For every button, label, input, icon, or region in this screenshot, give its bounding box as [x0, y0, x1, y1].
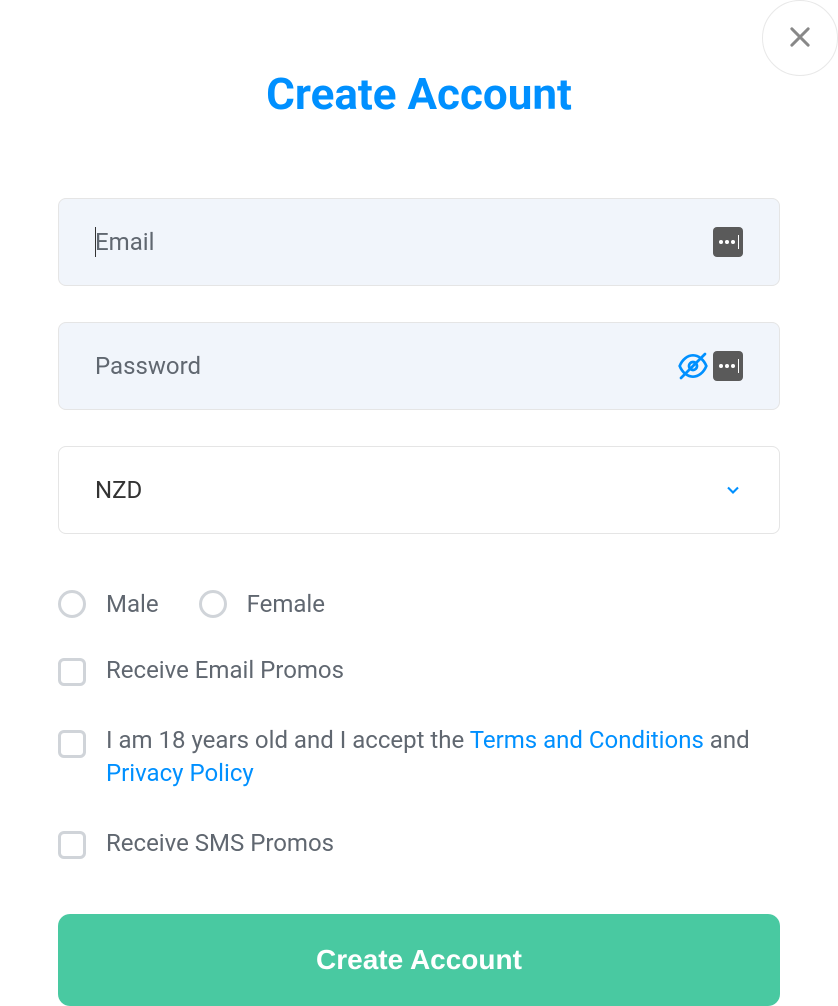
close-icon [786, 23, 814, 54]
close-button[interactable] [762, 0, 838, 76]
text-cursor [95, 227, 96, 257]
accept-and: and [704, 726, 750, 754]
currency-value: NZD [95, 476, 142, 504]
form-container: Create Account Email Password [0, 0, 838, 1006]
privacy-link[interactable]: Privacy Policy [106, 759, 254, 787]
radio-male[interactable]: Male [58, 590, 159, 618]
password-input[interactable] [95, 352, 677, 380]
checkbox-email-promos-label: Receive Email Promos [106, 654, 344, 688]
checkbox-icon [58, 831, 86, 859]
checkbox-accept-label: I am 18 years old and I accept the Terms… [106, 724, 780, 791]
password-field-wrapper[interactable]: Password [58, 322, 780, 410]
checkbox-sms-promos[interactable]: Receive SMS Promos [58, 827, 780, 861]
terms-link[interactable]: Terms and Conditions [470, 726, 704, 754]
radio-label-male: Male [106, 590, 159, 618]
gender-radio-group: Male Female [58, 590, 780, 618]
email-input[interactable] [95, 228, 713, 256]
password-manager-icon[interactable] [713, 227, 743, 257]
checkbox-accept-terms[interactable]: I am 18 years old and I accept the Terms… [58, 724, 780, 791]
create-account-button[interactable]: Create Account [58, 914, 780, 1006]
checkbox-sms-promos-label: Receive SMS Promos [106, 827, 334, 861]
currency-select[interactable]: NZD [58, 446, 780, 534]
radio-icon [58, 590, 86, 618]
chevron-down-icon [723, 480, 743, 500]
checkbox-email-promos[interactable]: Receive Email Promos [58, 654, 780, 688]
radio-icon [199, 590, 227, 618]
accept-prefix: I am 18 years old and I accept the [106, 726, 470, 754]
page-title: Create Account [58, 68, 780, 120]
toggle-password-visibility-icon[interactable] [677, 350, 709, 382]
password-manager-icon[interactable] [713, 351, 743, 381]
checkbox-icon [58, 658, 86, 686]
radio-label-female: Female [247, 590, 325, 618]
radio-female[interactable]: Female [199, 590, 325, 618]
email-field-wrapper[interactable]: Email [58, 198, 780, 286]
checkbox-icon [58, 730, 86, 758]
